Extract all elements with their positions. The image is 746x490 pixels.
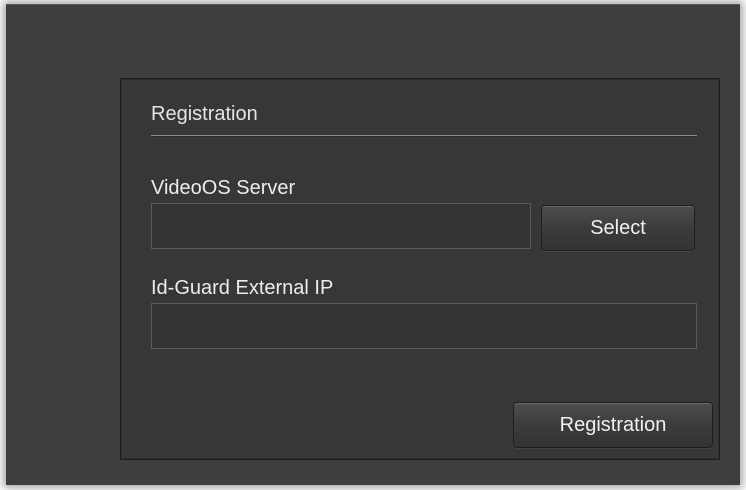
select-server-button[interactable]: Select (541, 205, 695, 251)
panel-heading: Registration (151, 103, 258, 125)
app-window: Registration VideoOS Server Select Id-Gu… (6, 4, 740, 485)
external-ip-input[interactable] (151, 303, 697, 349)
external-ip-label: Id-Guard External IP (151, 277, 334, 299)
registration-panel: Registration VideoOS Server Select Id-Gu… (120, 78, 720, 460)
registration-button[interactable]: Registration (513, 402, 713, 448)
heading-divider (151, 135, 697, 136)
videoos-server-label: VideoOS Server (151, 177, 296, 199)
videoos-server-input[interactable] (151, 203, 531, 249)
